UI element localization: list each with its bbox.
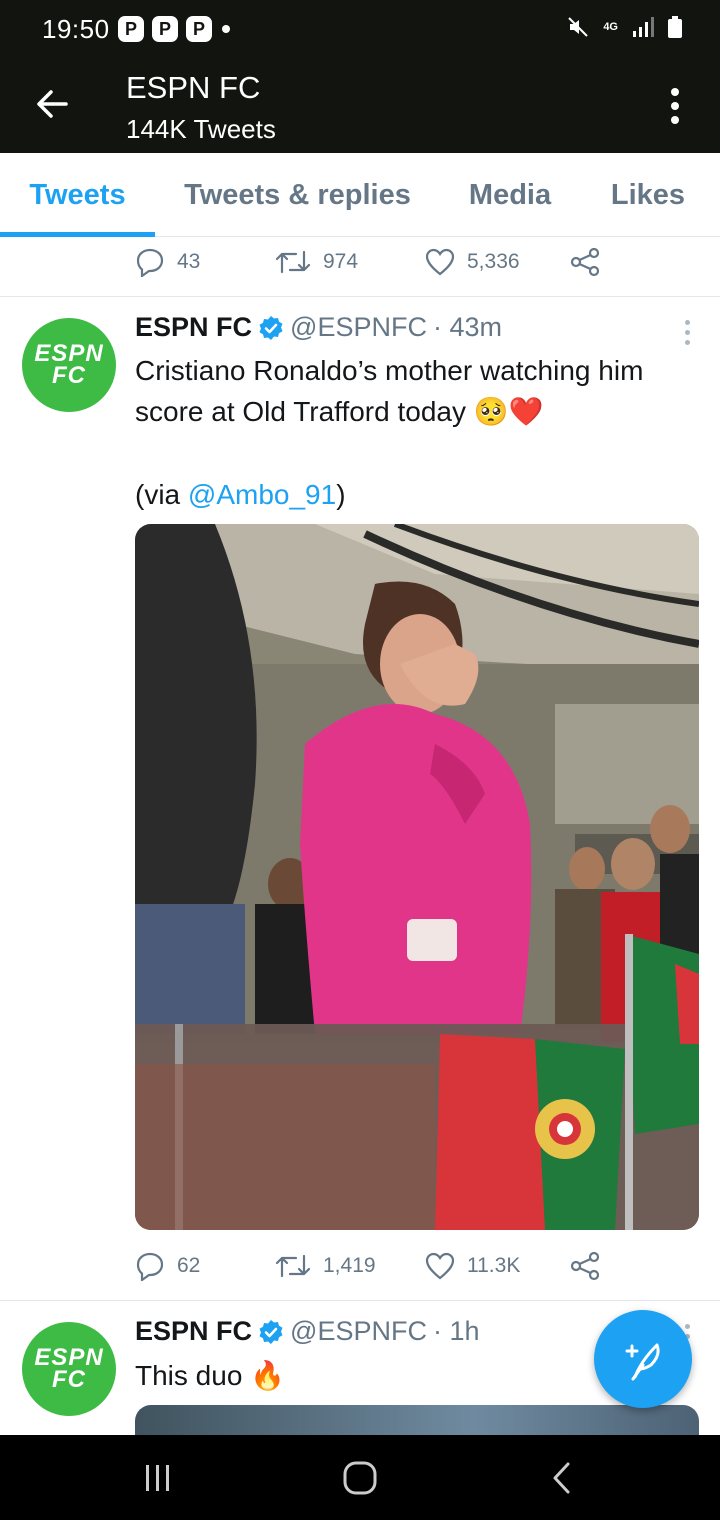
home-button[interactable] [330,1453,390,1503]
retweet-icon [275,250,311,274]
compose-tweet-button[interactable] [594,1310,692,1408]
share-icon [570,1251,600,1281]
avatar-logo-text: FC [51,362,86,389]
like-button[interactable]: 5,336 [425,242,520,282]
share-button[interactable] [570,1246,600,1286]
divider [0,296,720,297]
tweet-time: · 43m [432,312,502,342]
via-prefix: (via [135,479,188,510]
like-button[interactable]: 11.3K [425,1246,520,1286]
tab-tweets-replies[interactable]: Tweets & replies [170,153,425,237]
tweet-menu-button[interactable] [685,320,690,345]
system-nav-bar [0,1435,720,1520]
back-nav-button[interactable] [532,1453,592,1503]
reply-icon [136,1252,164,1281]
retweet-button[interactable]: 1,419 [275,1246,376,1286]
dot-icon [671,116,679,124]
reply-button[interactable]: 43 [135,242,200,282]
avatar-logo-text: FC [51,1366,86,1393]
signal-icon [632,17,654,37]
dot-icon [685,340,690,345]
recent-apps-icon [146,1465,169,1491]
profile-tabs: Tweets Tweets & replies Media Likes [0,153,720,237]
dot-icon [685,330,690,335]
notification-dot-icon [222,25,230,33]
dot-icon [685,320,690,325]
chevron-left-icon [553,1462,570,1494]
author-name[interactable]: ESPN FC [135,1316,252,1347]
dot-icon [685,1324,690,1329]
via-suffix: ) [336,479,346,510]
avatar[interactable]: ESPN FC [22,318,116,412]
share-icon [570,247,600,277]
tweet-actions: 62 1,419 11.3K [135,1246,615,1286]
tweet-time: · 1h [432,1316,480,1346]
divider [0,1300,720,1301]
heart-icon [425,1252,455,1280]
author-name[interactable]: ESPN FC [135,312,252,343]
status-bar: 19:50 P P P 4G [0,0,720,58]
dot-icon [671,102,679,110]
battery-icon [668,16,682,38]
author-handle[interactable]: @ESPNFC [290,1316,427,1347]
retweet-count: 1,419 [323,1254,376,1277]
status-time: 19:50 [42,14,110,44]
status-icons: 4G [567,16,682,38]
tweet-via: (via @Ambo_91) [135,474,695,515]
tweet-header: ESPN FC @ESPNFC · 1h [135,1316,480,1347]
home-icon [343,1461,377,1495]
reply-count: 62 [177,1254,201,1277]
compose-feather-icon [625,1343,660,1381]
reply-count: 43 [177,250,201,273]
tweet-body: Cristiano Ronaldo’s mother watching him … [135,355,644,427]
arrow-left-icon [37,90,68,118]
author-handle[interactable]: @ESPNFC [290,312,427,343]
tweet-text: Cristiano Ronaldo’s mother watching him … [135,350,695,432]
network-label: 4G [603,20,618,33]
retweet-icon [275,1254,311,1278]
mute-icon [567,16,589,38]
page-title: ESPN FC [126,70,261,105]
like-count: 11.3K [467,1254,521,1277]
share-button[interactable] [570,242,600,282]
app-bar: ESPN FC 144K Tweets [0,58,720,153]
back-button[interactable] [28,80,76,128]
tweet-header: ESPN FC @ESPNFC · 43m [135,312,502,343]
notification-p-icon: P [186,16,212,42]
more-options-button[interactable] [658,84,692,128]
like-count: 5,336 [467,250,520,273]
tweet-count: 144K Tweets [126,114,276,144]
avatar[interactable]: ESPN FC [22,1322,116,1416]
heart-icon [425,248,455,276]
mention-link[interactable]: @Ambo_91 [188,479,336,510]
verified-badge-icon [258,315,284,341]
dot-icon [671,88,679,96]
notification-p-icon: P [118,16,144,42]
tab-likes[interactable]: Likes [592,153,704,237]
tab-tweets[interactable]: Tweets [0,153,155,237]
reply-icon [136,248,164,277]
retweet-count: 974 [323,250,359,273]
recent-apps-button[interactable] [128,1453,188,1503]
tweet-photo[interactable] [135,524,699,1230]
active-tab-indicator [0,232,155,237]
reply-button[interactable]: 62 [135,1246,200,1286]
tab-media[interactable]: Media [446,153,574,237]
notification-p-icon: P [152,16,178,42]
tweet-actions: 43 974 5,336 [135,242,615,282]
retweet-button[interactable]: 974 [275,242,358,282]
verified-badge-icon [258,1319,284,1345]
